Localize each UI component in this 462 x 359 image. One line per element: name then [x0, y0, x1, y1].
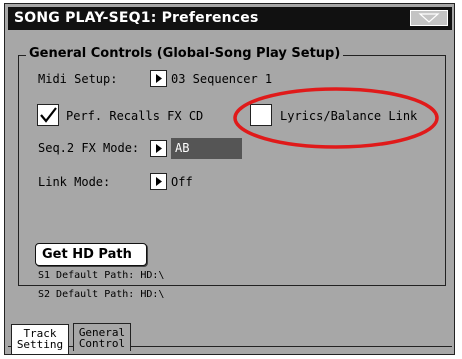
seq2-fx-mode-value: AB — [175, 141, 190, 155]
midi-setup-label: Midi Setup: — [38, 72, 118, 86]
s2-default-path: S2 Default Path: HD:\ — [38, 289, 165, 300]
page-menu-button[interactable] — [410, 10, 448, 26]
tab-general-control-line2: Control — [78, 337, 126, 350]
midi-setup-value: 03 Sequencer 1 — [171, 72, 273, 86]
group-legend: General Controls (Global-Song Play Setup… — [26, 46, 344, 61]
checkmark-icon — [40, 107, 57, 123]
seq2-fx-mode-label: Seq.2 FX Mode: — [38, 141, 140, 155]
perf-recalls-checkbox[interactable] — [37, 104, 59, 126]
triangle-down-icon — [418, 13, 440, 23]
midi-setup-selector[interactable] — [150, 70, 167, 87]
tab-track-setting[interactable]: Track Setting — [11, 324, 69, 354]
get-hd-path-button[interactable]: Get HD Path — [35, 243, 147, 266]
link-mode-selector[interactable] — [150, 173, 167, 190]
page-title: SONG PLAY-SEQ1: Preferences — [14, 10, 259, 26]
link-mode-label: Link Mode: — [38, 175, 111, 189]
arrow-right-icon — [156, 144, 162, 153]
title-bar: SONG PLAY-SEQ1: Preferences — [8, 7, 452, 30]
get-hd-path-label: Get HD Path — [42, 247, 132, 262]
tab-general-control[interactable]: General Control — [73, 323, 131, 351]
highlight-oval — [233, 87, 439, 149]
s1-default-path: S1 Default Path: HD:\ — [38, 270, 165, 281]
link-mode-value: Off — [171, 175, 193, 189]
tab-track-setting-line2: Setting — [16, 338, 64, 351]
seq2-fx-mode-selector[interactable] — [150, 140, 167, 157]
arrow-right-icon — [156, 74, 162, 83]
perf-recalls-label: Perf. Recalls FX CD — [66, 109, 204, 123]
arrow-right-icon — [156, 177, 162, 186]
